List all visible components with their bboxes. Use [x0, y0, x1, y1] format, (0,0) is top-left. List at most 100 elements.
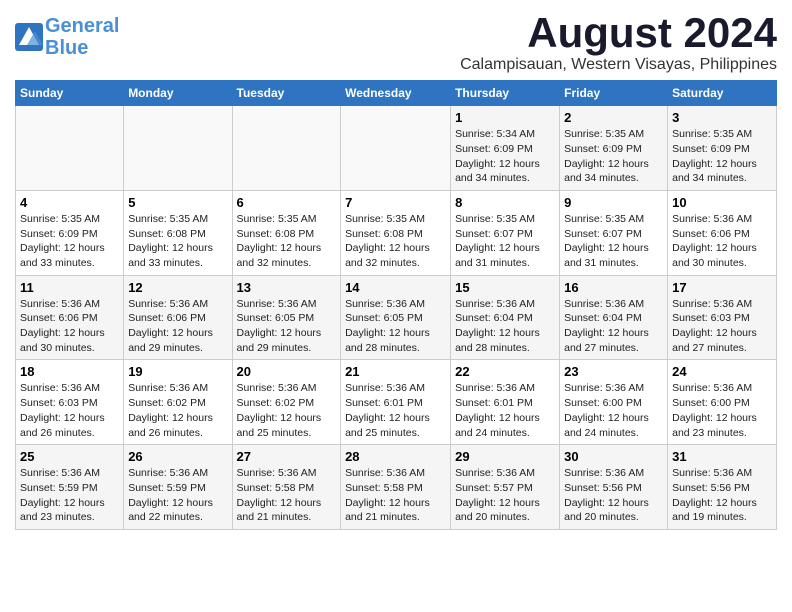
header-row: SundayMondayTuesdayWednesdayThursdayFrid…: [16, 81, 777, 106]
day-number: 1: [455, 110, 555, 125]
calendar-cell: 27Sunrise: 5:36 AMSunset: 5:58 PMDayligh…: [232, 445, 341, 530]
calendar-cell: 31 Sunrise: 5:36 AMSunset: 5:56 PMDayligh…: [668, 445, 777, 530]
calendar-cell: 16 Sunrise: 5:36 AMSunset: 6:04 PMDayligh…: [560, 275, 668, 360]
day-info: Sunrise: 5:36 AMSunset: 6:06 PMDaylight:…: [128, 297, 227, 356]
day-info: Sunrise: 5:36 AMSunset: 6:01 PMDaylight:…: [455, 381, 555, 440]
calendar-cell: 24Sunrise: 5:36 AMSunset: 6:00 PMDayligh…: [668, 360, 777, 445]
day-info: Sunrise: 5:36 AMSunset: 5:56 PMDaylight:…: [564, 466, 663, 525]
day-info: Sunrise: 5:36 AMSunset: 5:56 PMDaylight:…: [672, 466, 772, 525]
calendar-cell: 11Sunrise: 5:36 AMSunset: 6:06 PMDayligh…: [16, 275, 124, 360]
day-number: 9: [564, 195, 663, 210]
day-info: Sunrise: 5:35 AMSunset: 6:08 PMDaylight:…: [237, 212, 337, 271]
day-info: Sunrise: 5:36 AMSunset: 6:05 PMDaylight:…: [237, 297, 337, 356]
calendar-cell: 18 Sunrise: 5:36 AMSunset: 6:03 PMDayligh…: [16, 360, 124, 445]
day-number: 16: [564, 280, 663, 295]
day-number: 20: [237, 364, 337, 379]
day-info: Sunrise: 5:36 AMSunset: 5:59 PMDaylight:…: [20, 466, 119, 525]
day-number: 21: [345, 364, 446, 379]
calendar-cell: 17 Sunrise: 5:36 AMSunset: 6:03 PMDayligh…: [668, 275, 777, 360]
logo-text: General Blue: [45, 15, 119, 59]
header-cell-tuesday: Tuesday: [232, 81, 341, 106]
calendar-week-5: 25 Sunrise: 5:36 AMSunset: 5:59 PMDayligh…: [16, 445, 777, 530]
day-info: Sunrise: 5:36 AMSunset: 6:02 PMDaylight:…: [237, 381, 337, 440]
day-number: 3: [672, 110, 772, 125]
calendar-cell: [124, 106, 232, 191]
day-number: 15: [455, 280, 555, 295]
calendar-cell: [232, 106, 341, 191]
day-number: 18: [20, 364, 119, 379]
day-info: Sunrise: 5:36 AMSunset: 6:03 PMDaylight:…: [672, 297, 772, 356]
day-number: 23: [564, 364, 663, 379]
calendar-cell: 21Sunrise: 5:36 AMSunset: 6:01 PMDayligh…: [341, 360, 451, 445]
calendar-cell: 22 Sunrise: 5:36 AMSunset: 6:01 PMDayligh…: [451, 360, 560, 445]
day-number: 6: [237, 195, 337, 210]
day-info: Sunrise: 5:36 AMSunset: 6:06 PMDaylight:…: [20, 297, 119, 356]
day-info: Sunrise: 5:36 AMSunset: 6:00 PMDaylight:…: [672, 381, 772, 440]
day-info: Sunrise: 5:35 AMSunset: 6:09 PMDaylight:…: [20, 212, 119, 271]
logo-line1: General: [45, 15, 119, 37]
day-number: 28: [345, 449, 446, 464]
day-info: Sunrise: 5:36 AMSunset: 6:04 PMDaylight:…: [564, 297, 663, 356]
calendar-week-3: 11Sunrise: 5:36 AMSunset: 6:06 PMDayligh…: [16, 275, 777, 360]
day-info: Sunrise: 5:35 AMSunset: 6:07 PMDaylight:…: [455, 212, 555, 271]
logo: General Blue: [15, 15, 119, 59]
calendar-cell: 13 Sunrise: 5:36 AMSunset: 6:05 PMDayligh…: [232, 275, 341, 360]
day-number: 17: [672, 280, 772, 295]
logo-line2: Blue: [45, 37, 88, 59]
day-number: 13: [237, 280, 337, 295]
header-cell-saturday: Saturday: [668, 81, 777, 106]
day-info: Sunrise: 5:34 AMSunset: 6:09 PMDaylight:…: [455, 127, 555, 186]
day-number: 4: [20, 195, 119, 210]
day-info: Sunrise: 5:36 AMSunset: 5:58 PMDaylight:…: [237, 466, 337, 525]
calendar-body: 1 Sunrise: 5:34 AMSunset: 6:09 PMDaylight…: [16, 106, 777, 530]
calendar-week-4: 18 Sunrise: 5:36 AMSunset: 6:03 PMDayligh…: [16, 360, 777, 445]
header-cell-thursday: Thursday: [451, 81, 560, 106]
calendar-cell: 28 Sunrise: 5:36 AMSunset: 5:58 PMDayligh…: [341, 445, 451, 530]
day-info: Sunrise: 5:36 AMSunset: 6:06 PMDaylight:…: [672, 212, 772, 271]
calendar-cell: 4 Sunrise: 5:35 AMSunset: 6:09 PMDaylight…: [16, 190, 124, 275]
day-info: Sunrise: 5:36 AMSunset: 5:57 PMDaylight:…: [455, 466, 555, 525]
calendar-cell: [16, 106, 124, 191]
header-cell-wednesday: Wednesday: [341, 81, 451, 106]
day-info: Sunrise: 5:36 AMSunset: 5:58 PMDaylight:…: [345, 466, 446, 525]
day-number: 7: [345, 195, 446, 210]
calendar-cell: [341, 106, 451, 191]
calendar-cell: 10Sunrise: 5:36 AMSunset: 6:06 PMDayligh…: [668, 190, 777, 275]
calendar-cell: 7 Sunrise: 5:35 AMSunset: 6:08 PMDaylight…: [341, 190, 451, 275]
day-number: 31: [672, 449, 772, 464]
day-info: Sunrise: 5:36 AMSunset: 6:00 PMDaylight:…: [564, 381, 663, 440]
page-title: August 2024: [460, 10, 777, 56]
calendar-table: SundayMondayTuesdayWednesdayThursdayFrid…: [15, 80, 777, 530]
calendar-cell: 29Sunrise: 5:36 AMSunset: 5:57 PMDayligh…: [451, 445, 560, 530]
calendar-week-2: 4 Sunrise: 5:35 AMSunset: 6:09 PMDaylight…: [16, 190, 777, 275]
calendar-cell: 20 Sunrise: 5:36 AMSunset: 6:02 PMDayligh…: [232, 360, 341, 445]
calendar-cell: 9Sunrise: 5:35 AMSunset: 6:07 PMDaylight…: [560, 190, 668, 275]
day-number: 22: [455, 364, 555, 379]
calendar-cell: 25 Sunrise: 5:36 AMSunset: 5:59 PMDayligh…: [16, 445, 124, 530]
day-info: Sunrise: 5:35 AMSunset: 6:09 PMDaylight:…: [564, 127, 663, 186]
day-info: Sunrise: 5:35 AMSunset: 6:08 PMDaylight:…: [345, 212, 446, 271]
day-number: 30: [564, 449, 663, 464]
day-info: Sunrise: 5:36 AMSunset: 6:02 PMDaylight:…: [128, 381, 227, 440]
calendar-cell: 14Sunrise: 5:36 AMSunset: 6:05 PMDayligh…: [341, 275, 451, 360]
title-block: August 2024 Calampisauan, Western Visaya…: [460, 10, 777, 74]
logo-icon: [15, 23, 43, 51]
day-number: 26: [128, 449, 227, 464]
header-cell-sunday: Sunday: [16, 81, 124, 106]
day-number: 25: [20, 449, 119, 464]
day-number: 12: [128, 280, 227, 295]
calendar-cell: 3 Sunrise: 5:35 AMSunset: 6:09 PMDaylight…: [668, 106, 777, 191]
calendar-cell: 6 Sunrise: 5:35 AMSunset: 6:08 PMDaylight…: [232, 190, 341, 275]
calendar-cell: 12 Sunrise: 5:36 AMSunset: 6:06 PMDayligh…: [124, 275, 232, 360]
day-info: Sunrise: 5:36 AMSunset: 5:59 PMDaylight:…: [128, 466, 227, 525]
calendar-cell: 30 Sunrise: 5:36 AMSunset: 5:56 PMDayligh…: [560, 445, 668, 530]
calendar-cell: 8Sunrise: 5:35 AMSunset: 6:07 PMDaylight…: [451, 190, 560, 275]
header-cell-monday: Monday: [124, 81, 232, 106]
day-number: 14: [345, 280, 446, 295]
day-info: Sunrise: 5:35 AMSunset: 6:08 PMDaylight:…: [128, 212, 227, 271]
calendar-cell: 5Sunrise: 5:35 AMSunset: 6:08 PMDaylight…: [124, 190, 232, 275]
day-info: Sunrise: 5:35 AMSunset: 6:09 PMDaylight:…: [672, 127, 772, 186]
day-info: Sunrise: 5:36 AMSunset: 6:04 PMDaylight:…: [455, 297, 555, 356]
header-cell-friday: Friday: [560, 81, 668, 106]
day-info: Sunrise: 5:36 AMSunset: 6:03 PMDaylight:…: [20, 381, 119, 440]
